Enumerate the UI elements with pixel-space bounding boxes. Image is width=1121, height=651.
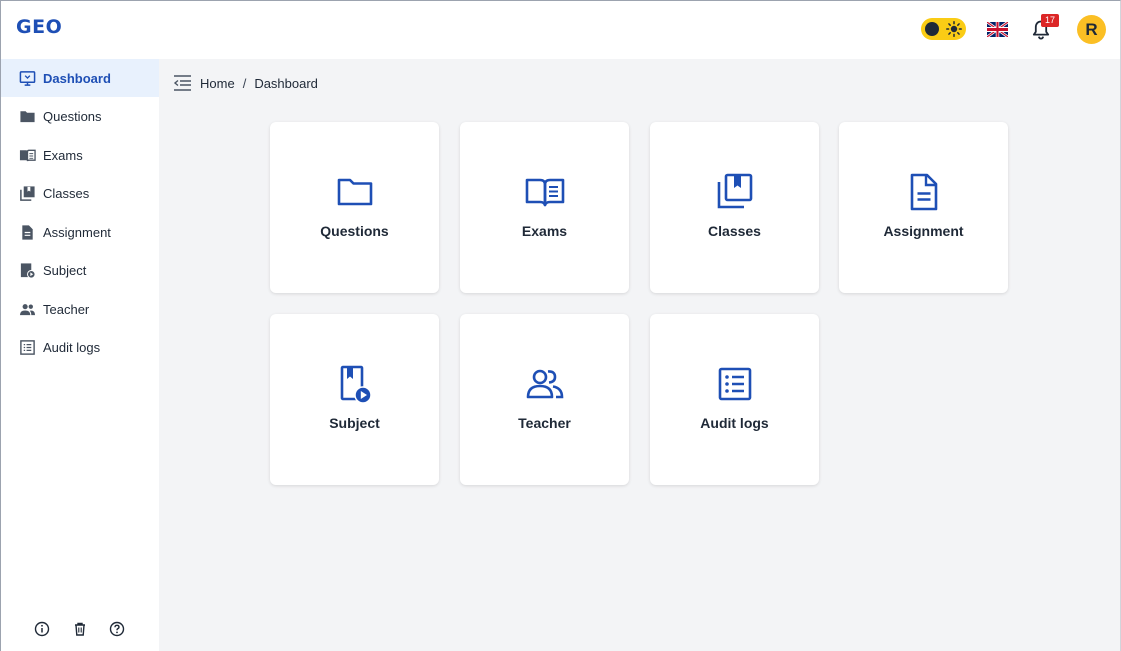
help-icon[interactable] [109, 621, 125, 637]
card-label: Audit logs [700, 415, 769, 431]
user-avatar[interactable]: R [1077, 15, 1106, 44]
theme-toggle[interactable] [921, 18, 966, 40]
library-icon [715, 172, 755, 212]
card-label: Teacher [518, 415, 571, 431]
card-assignment[interactable]: Assignment [839, 122, 1008, 293]
sidebar: Dashboard Questions Exams Classes Assign… [0, 59, 159, 651]
card-exams[interactable]: Exams [460, 122, 629, 293]
monitor-icon [19, 70, 36, 87]
moon-knob-icon [925, 22, 939, 36]
card-classes[interactable]: Classes [650, 122, 819, 293]
sidebar-item-label: Subject [43, 262, 87, 278]
card-label: Exams [521, 223, 568, 239]
top-header: GEO 17 R [0, 0, 1121, 59]
book-open-icon [19, 147, 36, 164]
sidebar-footer [0, 618, 159, 640]
subject-video-icon [335, 364, 375, 404]
card-teacher[interactable]: Teacher [460, 314, 629, 485]
library-icon [19, 185, 36, 202]
sidebar-item-exams[interactable]: Exams [0, 136, 159, 174]
list-icon [19, 339, 36, 356]
notification-badge: 17 [1041, 14, 1059, 27]
sidebar-item-questions[interactable]: Questions [0, 97, 159, 135]
card-label: Classes [708, 223, 761, 239]
sidebar-item-dashboard[interactable]: Dashboard [0, 59, 159, 97]
card-label: Questions [320, 223, 389, 239]
sidebar-item-label: Questions [43, 108, 102, 124]
app-logo[interactable]: GEO [16, 16, 62, 38]
trash-icon[interactable] [72, 621, 88, 637]
sidebar-item-teacher[interactable]: Teacher [0, 290, 159, 328]
sidebar-item-label: Teacher [43, 301, 90, 317]
sidebar-item-label: Classes [43, 185, 90, 201]
card-questions[interactable]: Questions [270, 122, 439, 293]
sidebar-item-assignment[interactable]: Assignment [0, 213, 159, 251]
card-label: Assignment [883, 223, 964, 239]
breadcrumb-separator: / [242, 75, 247, 91]
card-subject[interactable]: Subject [270, 314, 439, 485]
breadcrumb-home[interactable]: Home [200, 76, 235, 91]
sidebar-item-classes[interactable]: Classes [0, 174, 159, 212]
book-open-icon [525, 172, 565, 212]
card-label: Subject [329, 415, 380, 431]
document-icon [904, 172, 944, 212]
sidebar-item-label: Exams [43, 147, 83, 163]
menu-collapse-icon[interactable] [173, 74, 192, 92]
people-icon [19, 301, 36, 318]
document-icon [19, 224, 36, 241]
breadcrumb-current: Dashboard [254, 75, 318, 91]
list-icon [715, 364, 755, 404]
folder-icon [335, 172, 375, 212]
sidebar-item-label: Dashboard [43, 70, 111, 86]
uk-flag-icon[interactable] [987, 22, 1008, 37]
people-icon [525, 364, 565, 404]
card-audit-logs[interactable]: Audit logs [650, 314, 819, 485]
sidebar-item-subject[interactable]: Subject [0, 251, 159, 289]
sidebar-item-label: Audit logs [43, 339, 101, 355]
breadcrumb: Home / Dashboard [173, 73, 318, 93]
subject-video-icon [19, 262, 36, 279]
info-icon[interactable] [34, 621, 50, 637]
sidebar-item-label: Assignment [43, 224, 111, 240]
sidebar-item-audit-logs[interactable]: Audit logs [0, 328, 159, 366]
folder-icon [19, 108, 36, 125]
sun-icon [946, 21, 962, 37]
